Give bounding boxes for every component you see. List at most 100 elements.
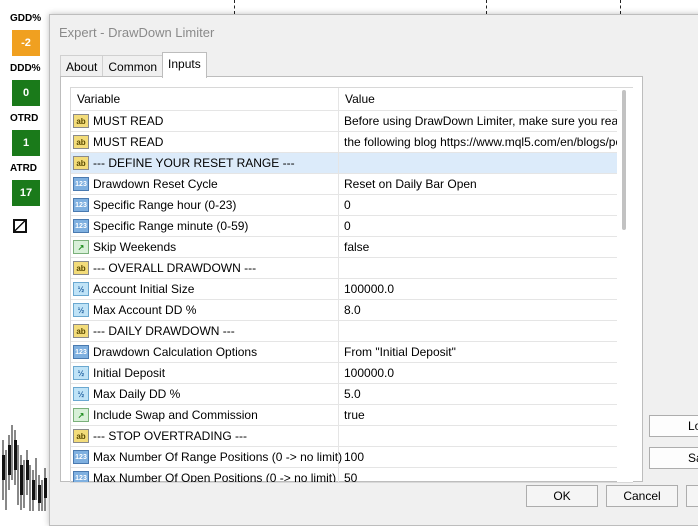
chart-gridline: [486, 0, 487, 14]
table-row[interactable]: ab --- OVERALL DRAWDOWN ---: [71, 258, 633, 279]
variable-cell[interactable]: 123 Max Number Of Range Positions (0 -> n…: [71, 447, 342, 467]
variable-name: Max Daily DD %: [93, 387, 181, 401]
cancel-button[interactable]: Cancel: [606, 485, 678, 507]
tab-about[interactable]: About: [60, 55, 104, 78]
chart-gridline: [234, 0, 235, 14]
table-row[interactable]: 123 Drawdown Reset Cycle Reset on Daily Ba…: [71, 174, 633, 195]
table-row[interactable]: ab --- DAILY DRAWDOWN ---: [71, 321, 633, 342]
value-cell[interactable]: true: [339, 405, 620, 425]
variable-name: Specific Range minute (0-59): [93, 219, 249, 233]
atrd-value-box: 17: [12, 180, 40, 206]
table-body: ab MUST READ Before using DrawDown Limiter…: [71, 111, 633, 483]
variable-cell[interactable]: ↗ Include Swap and Commission: [71, 405, 339, 425]
integer-type-icon: 123: [73, 177, 89, 191]
variable-cell[interactable]: 123 Max Number Of Open Positions (0 -> no…: [71, 468, 339, 483]
variable-cell[interactable]: ab MUST READ: [71, 132, 339, 152]
table-row[interactable]: 123 Max Number Of Range Positions (0 -> n…: [71, 447, 633, 468]
table-row[interactable]: 123 Drawdown Calculation Options From "Ini…: [71, 342, 633, 363]
variable-cell[interactable]: ½ Max Account DD %: [71, 300, 339, 320]
gdd-value-box: -2: [12, 30, 40, 56]
table-row[interactable]: ab --- STOP OVERTRADING ---: [71, 426, 633, 447]
table-row[interactable]: ab MUST READ the following blog https://ww…: [71, 132, 633, 153]
variable-name: Max Account DD %: [93, 303, 197, 317]
variable-name: --- OVERALL DRAWDOWN ---: [93, 261, 257, 275]
integer-type-icon: 123: [73, 345, 89, 359]
tab-inputs[interactable]: Inputs: [162, 52, 207, 78]
bool-type-icon: ↗: [73, 240, 89, 254]
variable-cell[interactable]: ½ Account Initial Size: [71, 279, 339, 299]
variable-name: Account Initial Size: [93, 282, 195, 296]
table-row[interactable]: ½ Max Daily DD % 5.0: [71, 384, 633, 405]
table-row[interactable]: ½ Initial Deposit 100000.0: [71, 363, 633, 384]
dialog-titlebar[interactable]: Expert - DrawDown Limiter: [50, 15, 698, 49]
variable-name: Max Number Of Open Positions (0 -> no li…: [93, 471, 337, 483]
table-row[interactable]: ↗ Include Swap and Commission true: [71, 405, 633, 426]
variable-name: MUST READ: [93, 135, 164, 149]
variable-cell[interactable]: ↗ Skip Weekends: [71, 237, 339, 257]
integer-type-icon: 123: [73, 219, 89, 233]
integer-type-icon: 123: [73, 471, 89, 482]
value-cell[interactable]: 100: [339, 447, 620, 467]
vertical-scrollbar[interactable]: [617, 88, 633, 482]
variable-cell[interactable]: 123 Specific Range hour (0-23): [71, 195, 339, 215]
value-cell[interactable]: 8.0: [339, 300, 620, 320]
tab-common[interactable]: Common: [102, 55, 164, 78]
table-row[interactable]: ½ Account Initial Size 100000.0: [71, 279, 633, 300]
variable-cell[interactable]: ½ Max Daily DD %: [71, 384, 339, 404]
value-cell[interactable]: From "Initial Deposit": [339, 342, 620, 362]
load-button-label: Lo: [688, 419, 698, 433]
chart-gridline: [620, 0, 621, 14]
value-cell[interactable]: the following blog https://www.mql5.com/…: [339, 132, 620, 152]
variable-cell[interactable]: ab --- DAILY DRAWDOWN ---: [71, 321, 339, 341]
variable-cell[interactable]: ab MUST READ: [71, 111, 339, 131]
inputs-table: Variable Value ab MUST READ Before using D…: [70, 87, 633, 483]
table-row[interactable]: 123 Specific Range minute (0-59) 0: [71, 216, 633, 237]
ok-button[interactable]: OK: [526, 485, 598, 507]
candlestick-bars: [2, 425, 47, 511]
integer-type-icon: 123: [73, 198, 89, 212]
double-type-icon: ½: [73, 387, 89, 401]
expert-properties-dialog: Expert - DrawDown Limiter About Common I…: [49, 14, 698, 526]
help-button[interactable]: [686, 485, 698, 507]
double-type-icon: ½: [73, 282, 89, 296]
value-cell[interactable]: 0: [339, 195, 620, 215]
table-row[interactable]: 123 Specific Range hour (0-23) 0: [71, 195, 633, 216]
ddd-label: DDD%: [10, 63, 41, 74]
save-button-label: Sa: [688, 451, 698, 465]
value-cell[interactable]: 100000.0: [339, 279, 620, 299]
table-row[interactable]: 123 Max Number Of Open Positions (0 -> no…: [71, 468, 633, 483]
table-row[interactable]: ↗ Skip Weekends false: [71, 237, 633, 258]
save-button[interactable]: Sa: [649, 447, 698, 469]
variable-cell[interactable]: ab --- DEFINE YOUR RESET RANGE ---: [71, 153, 339, 173]
gdd-label: GDD%: [10, 13, 42, 24]
column-header-value[interactable]: Value: [339, 88, 621, 110]
variable-cell[interactable]: ab --- STOP OVERTRADING ---: [71, 426, 339, 446]
value-cell[interactable]: 5.0: [339, 384, 620, 404]
diagonal-arrow-icon[interactable]: [13, 219, 27, 233]
value-cell[interactable]: 100000.0: [339, 363, 620, 383]
table-row[interactable]: ab MUST READ Before using DrawDown Limiter…: [71, 111, 633, 132]
variable-name: Initial Deposit: [93, 366, 166, 380]
scrollbar-thumb[interactable]: [622, 90, 626, 230]
value-cell[interactable]: Reset on Daily Bar Open: [339, 174, 620, 194]
value-cell[interactable]: Before using DrawDown Limiter, make sure…: [339, 111, 620, 131]
double-type-icon: ½: [73, 303, 89, 317]
integer-type-icon: 123: [73, 450, 89, 464]
column-header-variable[interactable]: Variable: [71, 88, 339, 110]
atrd-label: ATRD: [10, 163, 38, 174]
table-row[interactable]: ½ Max Account DD % 8.0: [71, 300, 633, 321]
string-type-icon: ab: [73, 135, 89, 149]
value-cell[interactable]: 50: [339, 468, 620, 482]
variable-cell[interactable]: 123 Specific Range minute (0-59): [71, 216, 339, 236]
variable-cell[interactable]: 123 Drawdown Reset Cycle: [71, 174, 339, 194]
value-cell[interactable]: false: [339, 237, 620, 257]
variable-cell[interactable]: ab --- OVERALL DRAWDOWN ---: [71, 258, 339, 278]
tab-bar: About Common Inputs: [60, 52, 207, 78]
variable-cell[interactable]: ½ Initial Deposit: [71, 363, 339, 383]
table-row[interactable]: ab --- DEFINE YOUR RESET RANGE ---: [71, 153, 633, 174]
variable-cell[interactable]: 123 Drawdown Calculation Options: [71, 342, 339, 362]
dialog-title: Expert - DrawDown Limiter: [59, 24, 215, 40]
load-button[interactable]: Lo: [649, 415, 698, 437]
value-cell[interactable]: 0: [339, 216, 620, 236]
string-type-icon: ab: [73, 156, 89, 170]
